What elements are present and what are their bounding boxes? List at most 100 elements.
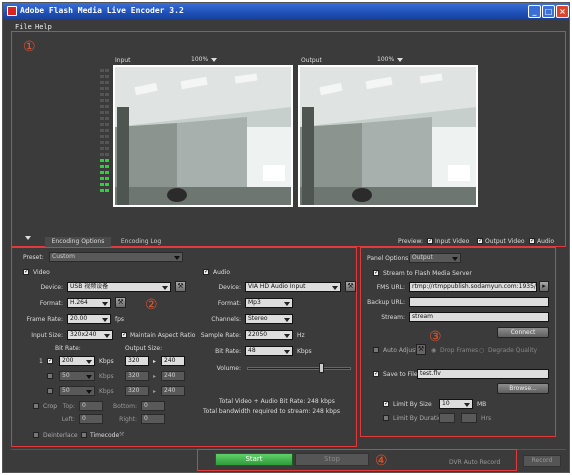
- bitrate-row2-checkbox[interactable]: [47, 373, 53, 379]
- input-video-checkbox[interactable]: ✓: [427, 238, 433, 244]
- crop-bottom-label: Bottom:: [112, 403, 137, 410]
- audio-bitrate-dropdown[interactable]: 48: [245, 346, 293, 356]
- maximize-button[interactable]: □: [542, 5, 555, 18]
- fms-url-options-icon[interactable]: ▸: [539, 281, 549, 292]
- hrs-label: Hrs: [481, 415, 492, 422]
- audio-preview-label: Audio: [537, 238, 555, 245]
- crop-left-input[interactable]: 0: [79, 414, 103, 424]
- output-width-row1[interactable]: 320: [125, 356, 149, 366]
- preset-label: Preset:: [23, 254, 44, 261]
- file-name-input[interactable]: test.flv: [417, 369, 549, 379]
- minimize-button[interactable]: _: [528, 5, 541, 18]
- bitrate-row2-dropdown[interactable]: 50: [59, 371, 95, 381]
- input-zoom-chevron-icon[interactable]: [211, 58, 217, 62]
- title-bar: Adobe Flash Media Live Encoder 3.2 _ □ ×: [3, 3, 569, 20]
- annotation-1: ①: [23, 39, 36, 55]
- crop-bottom-input[interactable]: 0: [141, 401, 165, 411]
- timecode-settings-wrench-icon[interactable]: ⚒: [119, 431, 124, 438]
- output-zoom[interactable]: 100%: [377, 56, 394, 63]
- audio-preview-checkbox[interactable]: ✓: [529, 238, 535, 244]
- auto-adjust-settings-wrench-icon[interactable]: ⚒: [416, 344, 426, 355]
- stop-button[interactable]: Stop: [295, 453, 369, 466]
- connect-button[interactable]: Connect: [497, 327, 549, 338]
- video-device-dropdown[interactable]: USB 视频设备: [67, 282, 171, 292]
- deinterlace-label: Deinterlace: [43, 432, 78, 439]
- channels-dropdown[interactable]: Stereo: [245, 314, 293, 324]
- crop-top-label: Top:: [62, 403, 75, 410]
- fps-label: fps: [115, 316, 125, 323]
- close-button[interactable]: ×: [556, 5, 569, 18]
- video-device-label: Device:: [40, 284, 63, 291]
- save-to-file-checkbox[interactable]: ✓: [373, 371, 379, 377]
- audio-format-dropdown[interactable]: Mp3: [245, 298, 293, 308]
- degrade-quality-radio[interactable]: ○: [479, 347, 484, 354]
- stream-name-input[interactable]: stream: [409, 312, 549, 322]
- crop-checkbox[interactable]: [33, 403, 39, 409]
- sample-rate-label: Sample Rate:: [200, 332, 241, 339]
- tab-encoding-options[interactable]: Encoding Options: [45, 237, 111, 247]
- deinterlace-checkbox[interactable]: [33, 432, 39, 438]
- auto-adjust-checkbox[interactable]: [373, 347, 379, 353]
- crop-label: Crop: [43, 403, 58, 410]
- volume-slider-thumb[interactable]: [319, 363, 324, 373]
- audio-device-dropdown[interactable]: VIA HD Audio Input: [245, 282, 341, 292]
- video-device-settings-wrench-icon[interactable]: ⚒: [175, 281, 186, 292]
- crop-right-input[interactable]: 0: [141, 414, 165, 424]
- duration-hours-input[interactable]: [439, 413, 455, 423]
- stream-fms-checkbox[interactable]: ✓: [373, 270, 379, 276]
- volume-slider-track[interactable]: [247, 367, 351, 370]
- bitrate-row3-dropdown[interactable]: 50: [59, 386, 95, 396]
- output-height-row1[interactable]: 240: [161, 356, 185, 366]
- frame-rate-label: Frame Rate:: [26, 316, 63, 323]
- output-height-row2[interactable]: 240: [161, 371, 185, 381]
- input-zoom[interactable]: 100%: [191, 56, 208, 63]
- bitrate-row1-checkbox[interactable]: ✓: [47, 358, 53, 364]
- limit-duration-checkbox[interactable]: [383, 415, 389, 421]
- preset-dropdown[interactable]: Custom: [49, 252, 183, 262]
- bitrate-row3-checkbox[interactable]: [47, 388, 53, 394]
- crop-top-input[interactable]: 0: [79, 401, 103, 411]
- browse-button[interactable]: Browse...: [497, 383, 549, 394]
- times-sign-row1: ▸: [153, 358, 157, 365]
- size-dropdown[interactable]: 10: [439, 399, 473, 409]
- output-height-row3[interactable]: 240: [161, 386, 185, 396]
- output-zoom-chevron-icon[interactable]: [397, 58, 403, 62]
- app-window: Adobe Flash Media Live Encoder 3.2 _ □ ×…: [2, 2, 570, 473]
- output-video-checkbox[interactable]: ✓: [477, 238, 483, 244]
- total-bandwidth-line: Total bandwidth required to stream: 248 …: [203, 408, 340, 415]
- drop-frames-radio[interactable]: ◉: [431, 347, 436, 354]
- audio-checkbox[interactable]: ✓: [203, 269, 209, 275]
- output-video-preview: [298, 65, 478, 207]
- audio-section-title: Audio: [213, 269, 231, 276]
- timecode-checkbox[interactable]: [81, 432, 87, 438]
- app-icon: [7, 6, 17, 16]
- audio-device-settings-wrench-icon[interactable]: ⚒: [345, 281, 356, 292]
- frame-rate-dropdown[interactable]: 20.00: [67, 314, 111, 324]
- input-size-dropdown[interactable]: 320x240: [67, 330, 113, 340]
- collapse-chevron-icon[interactable]: [25, 236, 31, 240]
- panel-options-dropdown[interactable]: Output: [409, 253, 461, 263]
- maintain-aspect-checkbox[interactable]: ✓: [121, 332, 127, 338]
- output-width-row2[interactable]: 320: [125, 371, 149, 381]
- crop-right-label: Right:: [119, 416, 137, 423]
- bitrate-row1-dropdown[interactable]: 200: [59, 356, 95, 366]
- video-format-dropdown[interactable]: H.264: [67, 298, 111, 308]
- sample-rate-dropdown[interactable]: 22050: [245, 330, 293, 340]
- tab-encoding-log[interactable]: Encoding Log: [113, 237, 169, 247]
- video-format-settings-wrench-icon[interactable]: ⚒: [115, 297, 126, 308]
- fms-url-input[interactable]: rtmp://rtmppublish.sodamyun.com:1935/: [409, 282, 537, 292]
- backup-url-input[interactable]: [409, 297, 549, 307]
- menu-file[interactable]: File: [15, 23, 32, 31]
- video-checkbox[interactable]: ✓: [23, 269, 29, 275]
- fms-url-label: FMS URL:: [376, 284, 405, 291]
- duration-minutes-input[interactable]: [461, 413, 477, 423]
- output-width-row3[interactable]: 320: [125, 386, 149, 396]
- input-size-label: Input Size:: [31, 332, 63, 339]
- record-button[interactable]: Record: [523, 455, 561, 467]
- volume-label: Volume:: [216, 365, 241, 372]
- input-video-preview: [113, 65, 293, 207]
- times-sign-row3: ▸: [153, 388, 157, 395]
- limit-size-checkbox[interactable]: ✓: [383, 401, 389, 407]
- menu-help[interactable]: Help: [35, 23, 52, 31]
- start-button[interactable]: Start: [215, 453, 293, 466]
